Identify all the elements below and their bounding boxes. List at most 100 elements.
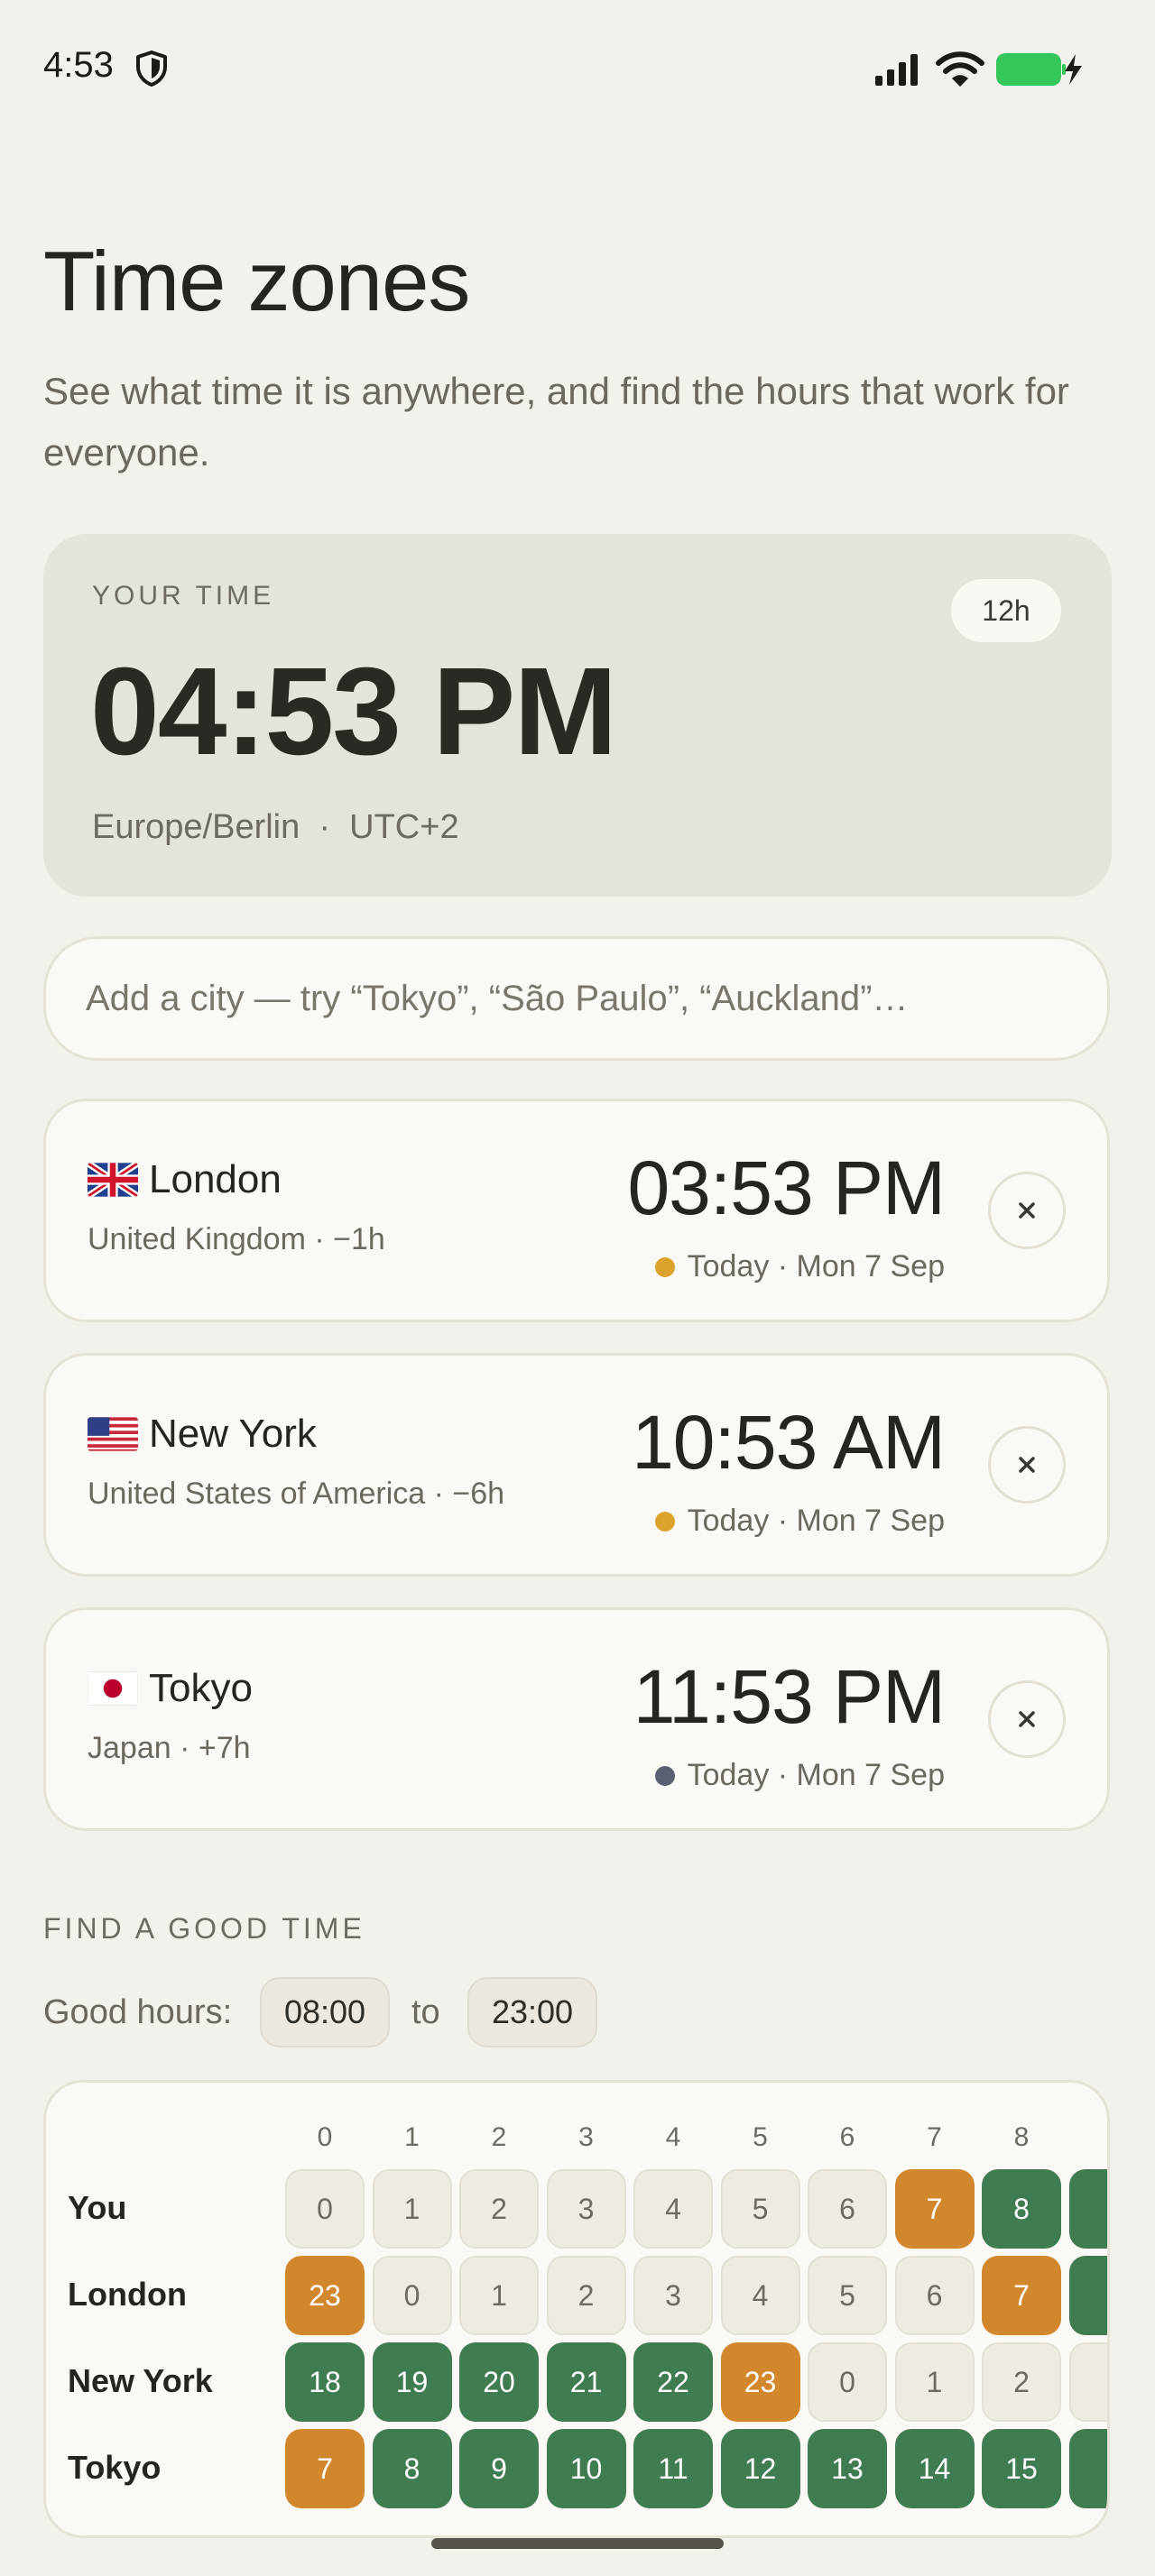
hour-cell[interactable]	[1068, 2342, 1107, 2422]
hour-cell[interactable]	[1068, 2256, 1107, 2335]
hour-header: 4	[665, 2122, 681, 2152]
daytime-dot	[654, 1511, 675, 1532]
hour-cell[interactable]: 8	[982, 2169, 1061, 2249]
hours-grid: 0 1 2 3 4 5 6 7 8 You 0 1 2 3 4 5 6 7 8 London 23 0 1 2 3 4 5 6 7 New…	[43, 2080, 1110, 2538]
city-country-offset: United States of America · −6h	[88, 1477, 505, 1511]
hour-cell[interactable]: 18	[285, 2342, 365, 2422]
hour-cell[interactable]: 5	[808, 2256, 887, 2335]
good-hours-from[interactable]: 08:00	[260, 1977, 390, 2047]
hour-header: 5	[753, 2122, 768, 2152]
good-hours-label: Good hours:	[43, 1993, 233, 2031]
hour-header: 3	[578, 2122, 594, 2152]
timezone-name: Europe/Berlin	[92, 808, 300, 846]
jp-flag-icon	[88, 1671, 138, 1706]
city-day-text: Today · Mon 7 Sep	[687, 1504, 945, 1538]
city-time: 03:53 PM	[627, 1145, 946, 1230]
hour-cell[interactable]: 1	[459, 2256, 539, 2335]
hour-cell[interactable]: 5	[720, 2169, 800, 2249]
hour-cell[interactable]: 6	[894, 2256, 975, 2335]
city-name: London	[149, 1157, 282, 1201]
battery-charging-icon	[996, 53, 1082, 86]
close-icon	[1019, 1202, 1035, 1219]
hour-cell[interactable]	[1068, 2429, 1107, 2508]
remove-city-button[interactable]	[988, 1172, 1066, 1249]
city-country-offset: United Kingdom · −1h	[88, 1222, 385, 1256]
hour-cell[interactable]: 20	[459, 2342, 539, 2422]
page-subtitle: See what time it is anywhere, and find t…	[43, 370, 1069, 474]
hour-cell[interactable]: 15	[982, 2429, 1061, 2508]
status-time: 4:53	[43, 45, 114, 85]
close-icon	[1019, 1711, 1035, 1727]
city-country-offset: Japan · +7h	[88, 1731, 251, 1765]
city-day: Today · Mon 7 Sep	[654, 1249, 945, 1284]
hour-cell[interactable]: 13	[808, 2429, 887, 2508]
us-flag-icon	[88, 1417, 138, 1451]
timezone-separator: ·	[319, 808, 331, 846]
city-time: 11:53 PM	[633, 1654, 946, 1739]
hour-cell[interactable]: 6	[808, 2169, 887, 2249]
hour-cell[interactable]: 2	[546, 2256, 626, 2335]
hour-cell[interactable]: 0	[808, 2342, 887, 2422]
good-hours-to[interactable]: 23:00	[467, 1977, 597, 2047]
city-day: Today · Mon 7 Sep	[654, 1504, 945, 1539]
home-indicator	[431, 2538, 724, 2549]
hour-header: 8	[1013, 2122, 1030, 2152]
your-timezone: Europe/Berlin · UTC+2	[92, 808, 459, 847]
hour-cell[interactable]: 1	[894, 2342, 975, 2422]
hour-cell[interactable]: 23	[285, 2256, 365, 2335]
hour-cell[interactable]: 23	[720, 2342, 800, 2422]
grid-row-label: New York	[68, 2362, 213, 2399]
hour-cell[interactable]: 4	[633, 2169, 713, 2249]
remove-city-button[interactable]	[988, 1680, 1066, 1758]
hour-cell[interactable]: 4	[720, 2256, 800, 2335]
hour-cell[interactable]: 1	[372, 2169, 452, 2249]
hour-header: 7	[927, 2122, 942, 2152]
remove-city-button[interactable]	[988, 1426, 1066, 1504]
city-day: Today · Mon 7 Sep	[654, 1758, 945, 1793]
hour-cell[interactable]: 9	[459, 2429, 539, 2508]
hour-cell[interactable]: 19	[372, 2342, 452, 2422]
hour-cell[interactable]: 0	[285, 2169, 365, 2249]
hour-cell[interactable]: 7	[894, 2169, 975, 2249]
close-icon	[1019, 1457, 1035, 1473]
hour-cell[interactable]: 8	[372, 2429, 452, 2508]
find-good-time-heading: FIND A GOOD TIME	[43, 1912, 365, 1945]
city-day-text: Today · Mon 7 Sep	[687, 1249, 945, 1283]
city-card-new-york: New York United States of America · −6h …	[43, 1353, 1110, 1577]
hour-cell[interactable]: 21	[546, 2342, 626, 2422]
hour-header: 2	[491, 2122, 507, 2152]
hour-cell[interactable]: 7	[982, 2256, 1061, 2335]
hour-cell[interactable]: 11	[633, 2429, 713, 2508]
hour-cell[interactable]: 3	[546, 2169, 626, 2249]
hour-cell[interactable]: 7	[285, 2429, 365, 2508]
your-current-time: 04:53 PM	[90, 642, 617, 781]
city-time: 10:53 AM	[632, 1400, 946, 1485]
hour-header: 6	[839, 2122, 855, 2152]
timezone-offset: UTC+2	[349, 808, 459, 846]
your-time-card: YOUR TIME 12h 04:53 PM Europe/Berlin · U…	[43, 534, 1112, 897]
grid-row-label: Tokyo	[68, 2449, 162, 2486]
shield-icon	[136, 51, 167, 87]
hour-cell[interactable]: 2	[982, 2342, 1061, 2422]
nighttime-dot	[654, 1765, 675, 1786]
hour-cell[interactable]: 14	[894, 2429, 975, 2508]
hour-cell[interactable]: 3	[633, 2256, 713, 2335]
hour-cell[interactable]: 12	[720, 2429, 800, 2508]
daytime-dot	[654, 1256, 675, 1277]
your-time-label: YOUR TIME	[92, 581, 275, 611]
grid-row-label: You	[68, 2189, 127, 2226]
city-card-tokyo: Tokyo Japan · +7h 11:53 PM Today · Mon 7…	[43, 1607, 1110, 1831]
hour-cell[interactable]: 2	[459, 2169, 539, 2249]
page-title: Time zones	[43, 234, 470, 328]
city-name: New York	[149, 1412, 317, 1456]
hour-cell[interactable]: 22	[633, 2342, 713, 2422]
hour-cell[interactable]: 0	[372, 2256, 452, 2335]
signal-icon	[875, 54, 918, 86]
city-day-text: Today · Mon 7 Sep	[687, 1758, 945, 1792]
add-city-input[interactable]	[43, 936, 1110, 1061]
hour-cell[interactable]	[1068, 2169, 1107, 2249]
hour-cell[interactable]: 10	[546, 2429, 626, 2508]
time-format-toggle[interactable]: 12h	[951, 579, 1061, 642]
uk-flag-icon	[88, 1163, 138, 1197]
city-card-london: London United Kingdom · −1h 03:53 PM Tod…	[43, 1099, 1110, 1322]
